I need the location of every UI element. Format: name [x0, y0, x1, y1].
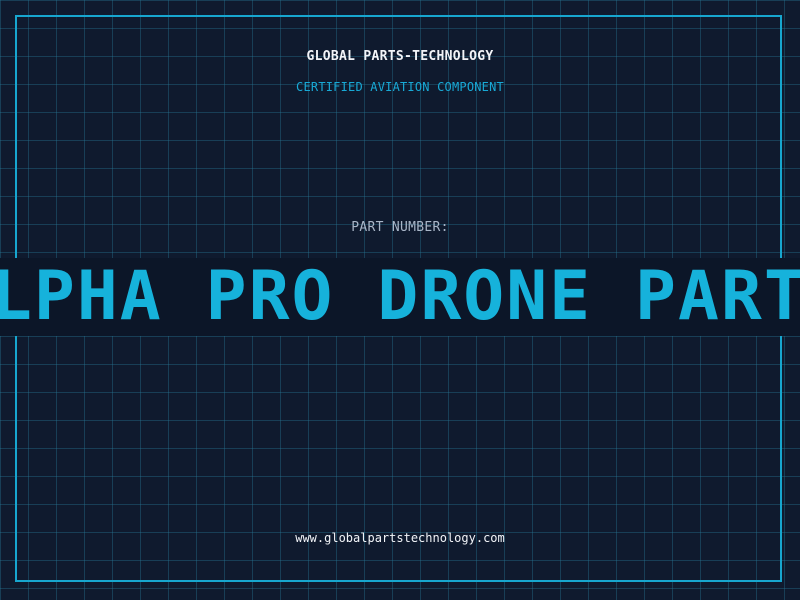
- part-number-label: PART NUMBER:: [351, 220, 449, 235]
- company-name: GLOBAL PARTS-TECHNOLOGY: [306, 49, 494, 64]
- part-number-value: ALPHA PRO DRONE PARTS: [0, 258, 800, 336]
- part-number-band: ALPHA PRO DRONE PARTS: [0, 258, 800, 336]
- website-url: www.globalpartstechnology.com: [295, 531, 505, 545]
- certification-subtitle: CERTIFIED AVIATION COMPONENT: [296, 80, 504, 94]
